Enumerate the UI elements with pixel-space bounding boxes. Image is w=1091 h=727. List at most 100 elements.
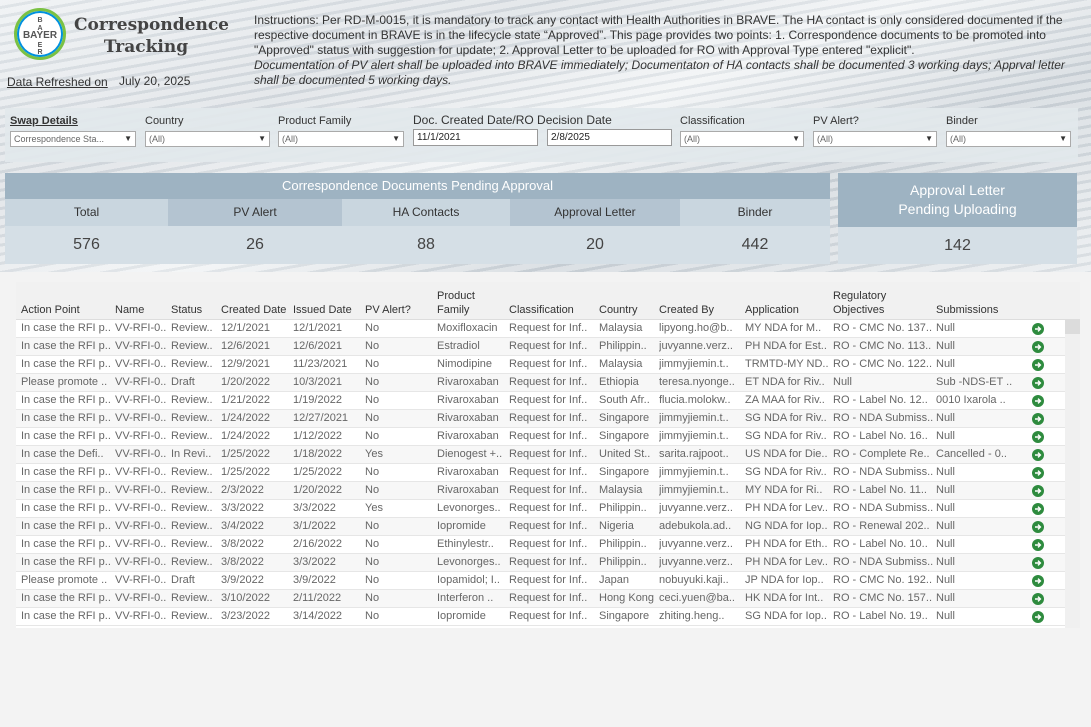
- cell-product-family: Rivaroxaban: [437, 376, 499, 388]
- table-row[interactable]: In case the RFI p.. VV-RFI-0.. Review.. 2/3…: [16, 482, 1080, 500]
- table-row[interactable]: In case the RFI p.. VV-RFI-0.. Review.. 3/2…: [16, 608, 1080, 626]
- table-row[interactable]: Please promote .. VV-RFI-0.. Draft 3/9/2022…: [16, 572, 1080, 590]
- table-scrollbar[interactable]: [1065, 320, 1080, 628]
- arrow-right-circle-icon[interactable]: [1032, 323, 1044, 335]
- product-family-dropdown[interactable]: (All) ▼: [278, 131, 404, 147]
- kpi-label-ha-contacts[interactable]: HA Contacts: [342, 199, 510, 226]
- cell-pv-alert: No: [365, 466, 380, 478]
- col-created-by[interactable]: Created By: [659, 303, 714, 317]
- date-start-input[interactable]: 11/1/2021: [413, 129, 538, 146]
- col-status[interactable]: Status: [171, 303, 202, 317]
- table-row[interactable]: In case the RFI p.. VV-RFI-0.. Review.. 1/2…: [16, 410, 1080, 428]
- table-row[interactable]: In case the RFI p.. VV-RFI-0.. Review.. 1/2…: [16, 464, 1080, 482]
- col-created-date[interactable]: Created Date: [221, 303, 286, 317]
- cell-pv-alert: No: [365, 520, 380, 532]
- cell-country: Singapore: [599, 466, 650, 478]
- scrollbar-thumb[interactable]: [1065, 320, 1080, 334]
- col-issued-date[interactable]: Issued Date: [293, 303, 352, 317]
- table-row[interactable]: In case the RFI p.. VV-RFI-0.. Review.. 3/1…: [16, 590, 1080, 608]
- cell-created-by: lipyong.ho@b..: [659, 322, 733, 334]
- arrow-right-circle-icon[interactable]: [1032, 395, 1044, 407]
- arrow-right-circle-icon[interactable]: [1032, 377, 1044, 389]
- cell-created-by: jimmyjiemin.t..: [659, 466, 729, 478]
- arrow-right-circle-icon[interactable]: [1032, 593, 1044, 605]
- country-label: Country: [145, 115, 184, 127]
- table-row[interactable]: In case the RFI p.. VV-RFI-0.. Review.. 12/…: [16, 338, 1080, 356]
- cell-name: VV-RFI-0..: [115, 448, 167, 460]
- cell-country: Singapore: [599, 610, 650, 622]
- cell-application: PH NDA for Est..: [745, 340, 827, 352]
- arrow-right-circle-icon[interactable]: [1032, 575, 1044, 587]
- kpi-approval-letter-pending[interactable]: Approval Letter Pending Uploading 142: [838, 173, 1077, 264]
- table-row[interactable]: In case the RFI p.. VV-RFI-0.. Review.. 1/2…: [16, 392, 1080, 410]
- instructions-text: Instructions: Per RD-M-0015, it is manda…: [254, 13, 1074, 88]
- kpi-side-value: 142: [944, 237, 971, 254]
- filter-product-family: Product Family (All) ▼: [278, 108, 404, 147]
- arrow-right-circle-icon[interactable]: [1032, 485, 1044, 497]
- kpi-side-title-line1: Approval Letter: [910, 182, 1005, 198]
- table-row[interactable]: In case the RFI p.. VV-RFI-0.. Review.. 3/4…: [16, 518, 1080, 536]
- arrow-right-circle-icon[interactable]: [1032, 503, 1044, 515]
- cell-submissions: Null: [936, 574, 955, 586]
- col-regulatory-objectives[interactable]: Regulatory Objectives: [833, 289, 886, 317]
- country-dropdown[interactable]: (All) ▼: [145, 131, 270, 147]
- cell-regulatory-objective: RO - CMC No. 137..: [833, 322, 933, 334]
- arrow-right-circle-icon[interactable]: [1032, 449, 1044, 461]
- cell-status: In Revi..: [171, 448, 212, 460]
- col-classification[interactable]: Classification: [509, 303, 574, 317]
- cell-issued-date: 1/25/2022: [293, 466, 342, 478]
- arrow-right-circle-icon[interactable]: [1032, 431, 1044, 443]
- cell-created-by: jimmyjiemin.t..: [659, 412, 729, 424]
- cell-name: VV-RFI-0..: [115, 412, 167, 424]
- table-row[interactable]: In case the RFI p.. VV-RFI-0.. Review.. 1/2…: [16, 428, 1080, 446]
- table-row[interactable]: In case the RFI p.. VV-RFI-0.. Review.. 3/3…: [16, 500, 1080, 518]
- arrow-right-circle-icon[interactable]: [1032, 611, 1044, 623]
- swap-details-link[interactable]: Swap Details: [10, 115, 136, 129]
- arrow-right-circle-icon[interactable]: [1032, 359, 1044, 371]
- kpi-side-title-line2: Pending Uploading: [898, 201, 1017, 217]
- kpi-label-approval-letter[interactable]: Approval Letter: [510, 199, 680, 226]
- cell-created-date: 1/25/2022: [221, 466, 270, 478]
- kpi-label-pv-alert[interactable]: PV Alert: [168, 199, 342, 226]
- cell-issued-date: 3/3/2022: [293, 556, 336, 568]
- arrow-right-circle-icon[interactable]: [1032, 413, 1044, 425]
- swap-details-dropdown[interactable]: Correspondence Sta... ▼: [10, 131, 136, 147]
- cell-status: Review..: [171, 412, 213, 424]
- arrow-right-circle-icon[interactable]: [1032, 521, 1044, 533]
- arrow-right-circle-icon[interactable]: [1032, 557, 1044, 569]
- col-application[interactable]: Application: [745, 303, 799, 317]
- cell-country: Singapore: [599, 430, 650, 442]
- col-product-family[interactable]: Product Family: [437, 289, 475, 317]
- table-row[interactable]: In case the RFI p.. VV-RFI-0.. Review.. 12/…: [16, 356, 1080, 374]
- arrow-right-circle-icon[interactable]: [1032, 467, 1044, 479]
- table-row[interactable]: In case the RFI p.. VV-RFI-0.. Review.. 12/…: [16, 320, 1080, 338]
- col-country[interactable]: Country: [599, 303, 638, 317]
- table-row[interactable]: Please promote .. VV-RFI-0.. Draft 1/20/202…: [16, 374, 1080, 392]
- arrow-right-circle-icon[interactable]: [1032, 539, 1044, 551]
- col-name[interactable]: Name: [115, 303, 144, 317]
- pv-alert-dropdown[interactable]: (All) ▼: [813, 131, 937, 147]
- bayer-logo: BAYER B A E R: [14, 8, 66, 60]
- cell-application: ZA MAA for Riv..: [745, 394, 825, 406]
- classification-dropdown[interactable]: (All) ▼: [680, 131, 804, 147]
- col-pv-alert[interactable]: PV Alert?: [365, 303, 411, 317]
- cell-country: Japan: [599, 574, 629, 586]
- cell-pv-alert: No: [365, 340, 380, 352]
- kpi-label-total[interactable]: Total: [5, 199, 168, 226]
- product-family-value: (All): [282, 134, 298, 144]
- binder-dropdown[interactable]: (All) ▼: [946, 131, 1071, 147]
- table-row[interactable]: In case the RFI p.. VV-RFI-0.. Review.. 3/8…: [16, 554, 1080, 572]
- cell-country: Philippin..: [599, 502, 647, 514]
- table-row[interactable]: In case the Defi.. VV-RFI-0.. In Revi.. 1/2…: [16, 446, 1080, 464]
- cell-created-date: 3/3/2022: [221, 502, 264, 514]
- table-row[interactable]: In case the RFI p.. VV-RFI-0.. Review.. 3/8…: [16, 536, 1080, 554]
- col-action-point[interactable]: Action Point: [21, 303, 80, 317]
- col-submissions[interactable]: Submissions: [936, 303, 998, 317]
- arrow-right-circle-icon[interactable]: [1032, 341, 1044, 353]
- cell-action-point: Please promote ..: [21, 574, 108, 586]
- filter-swap-details: Swap Details Correspondence Sta... ▼: [10, 108, 136, 147]
- cell-pv-alert: No: [365, 556, 380, 568]
- date-end-input[interactable]: 2/8/2025: [547, 129, 672, 146]
- cell-created-date: 12/9/2021: [221, 358, 270, 370]
- kpi-label-binder[interactable]: Binder: [680, 199, 830, 226]
